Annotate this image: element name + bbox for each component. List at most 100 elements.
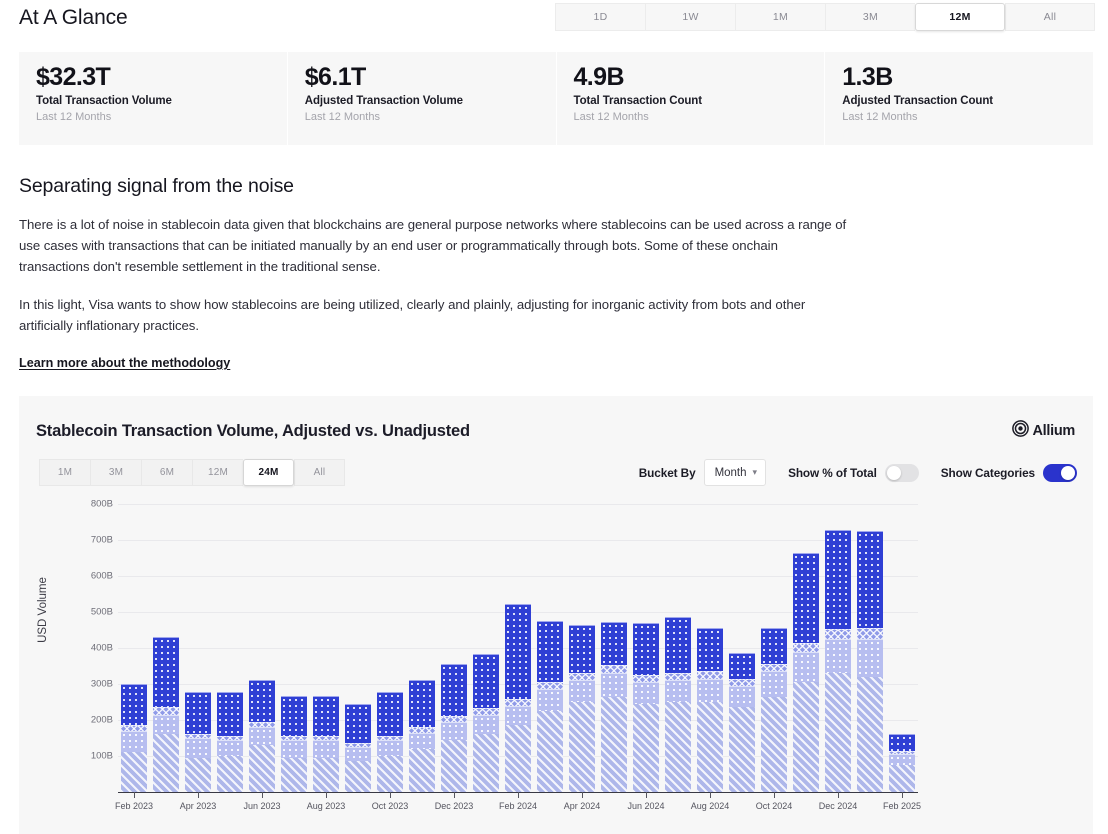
bar-segment bbox=[345, 761, 372, 792]
bar-segment bbox=[793, 553, 820, 643]
bar-segment bbox=[313, 758, 340, 792]
bar-segment bbox=[537, 621, 564, 682]
stacked-bar[interactable] bbox=[729, 653, 756, 792]
stacked-bar[interactable] bbox=[857, 531, 884, 792]
range-tab-12m[interactable]: 12M bbox=[915, 3, 1005, 31]
stacked-bar[interactable] bbox=[889, 734, 916, 792]
methodology-link[interactable]: Learn more about the methodology bbox=[19, 356, 230, 370]
bar-segment bbox=[185, 758, 212, 792]
y-axis-label: USD Volume bbox=[37, 577, 49, 643]
bar-slot[interactable] bbox=[150, 504, 182, 792]
bar-segment bbox=[409, 733, 436, 749]
stacked-bar[interactable] bbox=[153, 637, 180, 792]
stacked-bar[interactable] bbox=[345, 704, 372, 792]
bar-slot[interactable] bbox=[438, 504, 470, 792]
stacked-bar[interactable] bbox=[761, 628, 788, 792]
x-tick-mark bbox=[134, 792, 135, 798]
bar-segment bbox=[761, 697, 788, 792]
stacked-bar[interactable] bbox=[313, 696, 340, 792]
bar-segment bbox=[217, 692, 244, 735]
bar-segment bbox=[761, 628, 788, 664]
bar-slot[interactable] bbox=[182, 504, 214, 792]
range-tab-all[interactable]: All bbox=[1005, 3, 1095, 31]
stacked-bar[interactable] bbox=[409, 680, 436, 792]
stacked-bar[interactable] bbox=[601, 622, 628, 792]
bar-slot[interactable] bbox=[598, 504, 630, 792]
x-tick-label: Aug 2023 bbox=[307, 801, 346, 811]
bar-segment bbox=[281, 740, 308, 758]
stacked-bar[interactable] bbox=[281, 696, 308, 792]
bar-segment bbox=[377, 740, 404, 756]
bar-segment bbox=[473, 715, 500, 735]
stacked-bar[interactable] bbox=[185, 692, 212, 792]
stacked-bar[interactable] bbox=[825, 530, 852, 792]
bar-slot[interactable] bbox=[214, 504, 246, 792]
bar-segment bbox=[633, 675, 660, 682]
bar-segment bbox=[217, 756, 244, 792]
stacked-bar[interactable] bbox=[217, 692, 244, 792]
bar-segment bbox=[793, 643, 820, 652]
bar-slot[interactable] bbox=[534, 504, 566, 792]
bar-segment bbox=[761, 671, 788, 696]
bar-segment bbox=[505, 706, 532, 726]
range-tab-1w[interactable]: 1W bbox=[645, 3, 735, 31]
stacked-bar[interactable] bbox=[793, 553, 820, 792]
bar-segment bbox=[633, 682, 660, 704]
stat-cards: $32.3TTotal Transaction VolumeLast 12 Mo… bbox=[19, 52, 1093, 145]
y-tick-label: 800B bbox=[91, 499, 113, 510]
bar-slot[interactable] bbox=[790, 504, 822, 792]
bar-slot[interactable] bbox=[374, 504, 406, 792]
bar-slot[interactable] bbox=[470, 504, 502, 792]
bar-slot[interactable] bbox=[566, 504, 598, 792]
y-tick-label: 700B bbox=[91, 535, 113, 546]
bar-segment bbox=[441, 740, 468, 792]
bar-segment bbox=[697, 679, 724, 702]
bar-slot[interactable] bbox=[758, 504, 790, 792]
y-tick-label: 100B bbox=[91, 751, 113, 762]
stacked-bar[interactable] bbox=[249, 680, 276, 792]
stacked-bar[interactable] bbox=[377, 692, 404, 792]
range-tab-1d[interactable]: 1D bbox=[555, 3, 645, 31]
bar-segment bbox=[857, 677, 884, 792]
bar-slot[interactable] bbox=[406, 504, 438, 792]
stacked-bar[interactable] bbox=[121, 684, 148, 792]
bar-slot[interactable] bbox=[886, 504, 918, 792]
stat-sublabel: Last 12 Months bbox=[574, 111, 825, 123]
bar-slot[interactable] bbox=[278, 504, 310, 792]
bar-segment bbox=[505, 604, 532, 699]
range-tab-3m[interactable]: 3M bbox=[825, 3, 915, 31]
bar-slot[interactable] bbox=[694, 504, 726, 792]
x-tick-mark bbox=[198, 792, 199, 798]
bar-slot[interactable] bbox=[662, 504, 694, 792]
bar-segment bbox=[729, 707, 756, 792]
bar-segment bbox=[153, 715, 180, 735]
bar-segment bbox=[345, 747, 372, 761]
bar-segment bbox=[249, 680, 276, 721]
bar-slot[interactable] bbox=[854, 504, 886, 792]
bar-segment bbox=[441, 664, 468, 716]
stacked-bar[interactable] bbox=[505, 604, 532, 792]
stacked-bar[interactable] bbox=[633, 623, 660, 792]
bar-slot[interactable] bbox=[822, 504, 854, 792]
stacked-bar[interactable] bbox=[473, 654, 500, 792]
bar-segment bbox=[697, 628, 724, 671]
bar-slot[interactable] bbox=[246, 504, 278, 792]
stat-label: Total Transaction Count bbox=[574, 95, 825, 107]
x-tick-mark bbox=[326, 792, 327, 798]
bar-slot[interactable] bbox=[310, 504, 342, 792]
bar-slot[interactable] bbox=[726, 504, 758, 792]
bar-slot[interactable] bbox=[342, 504, 374, 792]
bar-slot[interactable] bbox=[502, 504, 534, 792]
bar-slot[interactable] bbox=[630, 504, 662, 792]
chart-range-tab-24m[interactable]: 24M bbox=[243, 459, 294, 486]
x-tick-mark bbox=[390, 792, 391, 798]
stat-sublabel: Last 12 Months bbox=[842, 111, 1093, 123]
stacked-bar[interactable] bbox=[441, 664, 468, 792]
range-tab-1m[interactable]: 1M bbox=[735, 3, 825, 31]
stacked-bar[interactable] bbox=[697, 628, 724, 792]
bar-slot[interactable] bbox=[118, 504, 150, 792]
stacked-bar[interactable] bbox=[569, 625, 596, 792]
stacked-bar[interactable] bbox=[665, 617, 692, 792]
stacked-bar[interactable] bbox=[537, 621, 564, 792]
page-title: At A Glance bbox=[19, 6, 128, 30]
